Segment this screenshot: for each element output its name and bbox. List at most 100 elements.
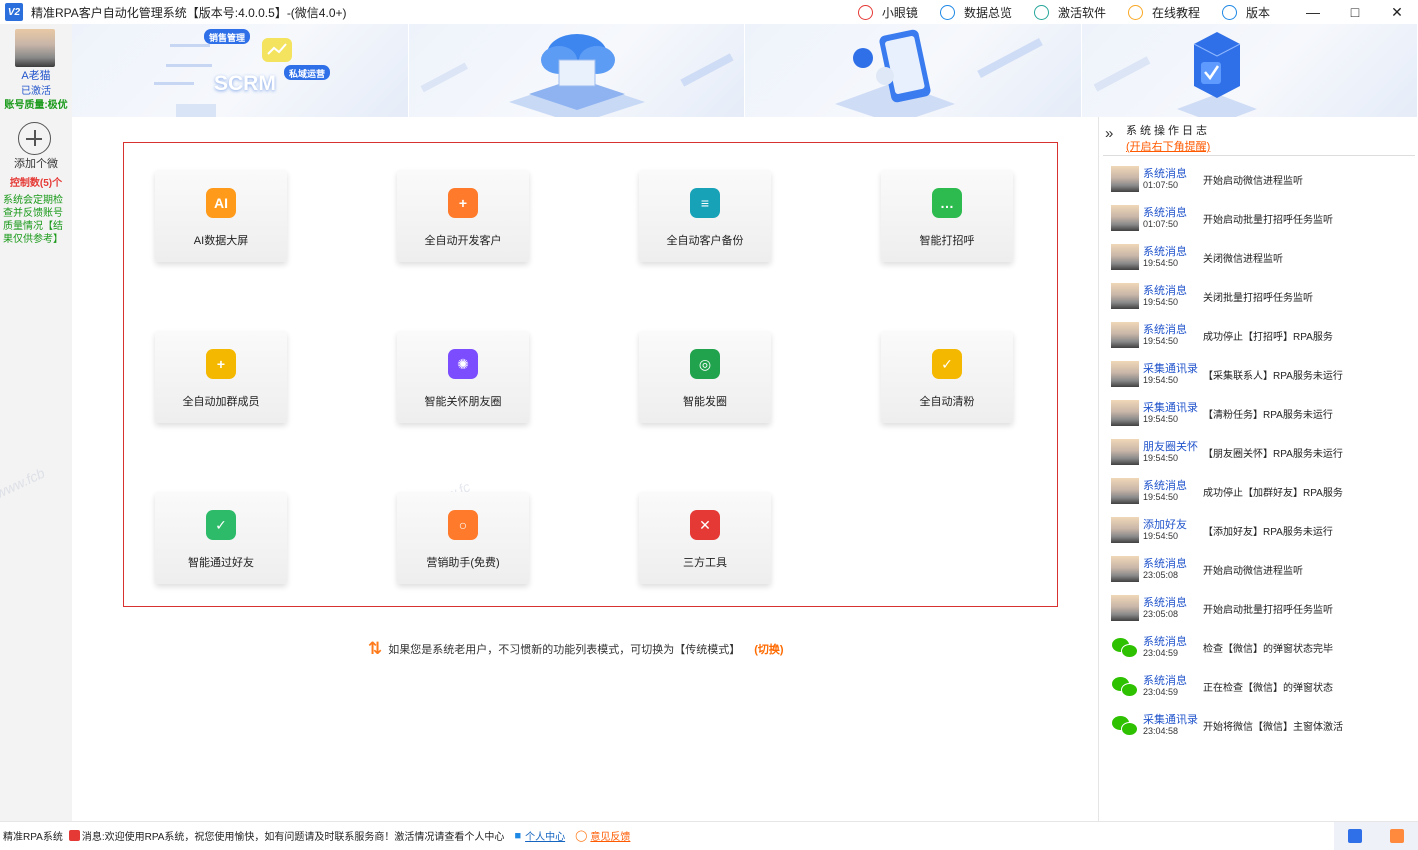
personal-center-link[interactable]: 个人中心 (525, 828, 565, 843)
function-smart-greeting[interactable]: …智能打招呼 (881, 170, 1013, 262)
group-add-icon: + (206, 349, 236, 379)
add-wechat-label[interactable]: 添加个微 (0, 155, 72, 171)
maximize-button[interactable]: □ (1334, 0, 1376, 24)
function-smart-moments-care[interactable]: ✺智能关怀朋友圈 (397, 331, 529, 423)
function-marketing-assistant[interactable]: ○ 营销助手(免费) (397, 492, 529, 584)
control-count: 控制数(5)个 (0, 174, 72, 189)
cloud-server-illustration-icon (409, 24, 745, 117)
banner-panel-mobile[interactable] (745, 24, 1082, 117)
log-source: 添加好友 (1143, 516, 1187, 532)
log-message: 检查【微信】的弹窗状态完毕 (1203, 640, 1333, 655)
minimize-button[interactable]: — (1292, 0, 1334, 24)
log-entry: 系统消息23:05:08开始启动批量打招呼任务监听 (1111, 590, 1411, 626)
log-source: 采集通讯录 (1143, 360, 1198, 376)
data-overview-button[interactable]: 数据总览 (940, 4, 1012, 21)
user-avatar[interactable] (15, 29, 55, 67)
message-icon (69, 830, 80, 841)
log-entry: 系统消息19:54:50成功停止【加群好友】RPA服务 (1111, 473, 1411, 509)
tray-app-icon[interactable] (1348, 829, 1362, 843)
switch-mode-link[interactable]: (切换) (754, 641, 783, 657)
function-smart-post-moments[interactable]: ◎智能发圈 (639, 331, 771, 423)
function-label: 三方工具 (639, 554, 771, 570)
status-message: 消息:欢迎使用RPA系统，祝您使用愉快，如有问题请及时联系服务商！激活情况请查看… (82, 828, 505, 843)
log-entry: 采集通讯录23:04:58开始将微信【微信】主窗体激活 (1111, 707, 1411, 743)
version-button[interactable]: 版本 (1222, 4, 1270, 21)
activate-software-button[interactable]: 激活软件 (1034, 4, 1106, 21)
log-time: 19:54:50 (1143, 336, 1178, 346)
log-source: 系统消息 (1143, 633, 1187, 649)
collapse-chevrons-icon[interactable]: » (1105, 125, 1113, 142)
function-ai-dashboard[interactable]: AIAI数据大屏 (155, 170, 287, 262)
banner-panel-cloud[interactable] (409, 24, 746, 117)
banner-tag-sales: 销售管理 (209, 31, 245, 44)
little-eye-label: 小眼镜 (882, 4, 918, 21)
banner-carousel: 销售管理 私域运营 SCRM (72, 24, 1418, 117)
data-overview-label: 数据总览 (964, 4, 1012, 21)
log-avatar (1111, 244, 1139, 270)
version-label: 版本 (1246, 4, 1270, 21)
tray-notification-icon[interactable] (1390, 829, 1404, 843)
log-avatar (1111, 166, 1139, 192)
title-bar: V2 精准RPA客户自动化管理系统【版本号:4.0.0.5】-(微信4.0+) … (0, 0, 1418, 24)
lifebuoy-icon: ○ (448, 510, 478, 540)
feedback-link[interactable]: 意见反馈 (590, 828, 630, 843)
log-message: 【清粉任务】RPA服务未运行 (1203, 406, 1333, 421)
switch-arrows-icon: ⇅ (368, 639, 382, 659)
log-entry: 系统消息23:05:08开始启动微信进程监听 (1111, 551, 1411, 587)
system-note: 系统会定期检查并反馈账号质量情况【结果仅供参考】 (3, 194, 71, 246)
function-auto-develop-customers[interactable]: +全自动开发客户 (397, 170, 529, 262)
friend-accept-icon: ✓ (206, 510, 236, 540)
function-auto-customer-backup[interactable]: ≡全自动客户备份 (639, 170, 771, 262)
log-entry: 系统消息19:54:50成功停止【打招呼】RPA服务 (1111, 317, 1411, 353)
log-avatar (1111, 478, 1139, 504)
feedback-icon: ◯ (575, 829, 587, 842)
log-time: 01:07:50 (1143, 219, 1178, 229)
app-title: 精准RPA客户自动化管理系统【版本号:4.0.0.5】-(微信4.0+) (31, 4, 347, 21)
banner-panel-security[interactable] (1082, 24, 1418, 117)
account-quality: 账号质量:极优 (0, 96, 72, 111)
online-tutorial-label: 在线教程 (1152, 4, 1200, 21)
log-avatar (1111, 322, 1139, 348)
wechat-icon (1111, 712, 1139, 738)
log-source: 采集通讯录 (1143, 711, 1198, 727)
online-tutorial-button[interactable]: 在线教程 (1128, 4, 1200, 21)
little-eye-button[interactable]: 小眼镜 (858, 4, 918, 21)
log-avatar (1111, 439, 1139, 465)
banner-panel-scrm[interactable]: 销售管理 私域运营 SCRM (72, 24, 409, 117)
close-button[interactable]: ✕ (1376, 0, 1418, 24)
enable-reminder-link[interactable]: (开启右下角提醒) (1126, 138, 1210, 154)
log-entry: 采集通讯录19:54:50【清粉任务】RPA服务未运行 (1111, 395, 1411, 431)
log-time: 19:54:50 (1143, 492, 1178, 502)
function-label: 全自动客户备份 (639, 232, 771, 248)
log-time: 23:04:59 (1143, 648, 1178, 658)
log-entry: 系统消息01:07:50开始启动批量打招呼任务监听 (1111, 200, 1411, 236)
log-entry: 系统消息19:54:50关闭微信进程监听 (1111, 239, 1411, 275)
function-label: 营销助手(免费) (397, 554, 529, 570)
banner-brand-scrm: SCRM (214, 72, 276, 96)
log-avatar (1111, 556, 1139, 582)
log-message: 【采集联系人】RPA服务未运行 (1203, 367, 1343, 382)
switch-mode-row: ⇅ 如果您是系统老用户，不习惯新的功能列表模式，可切换为【传统模式】 (切换) (368, 639, 784, 659)
function-smart-accept-friends[interactable]: ✓智能通过好友 (155, 492, 287, 584)
mobile-chat-illustration-icon (745, 24, 1081, 117)
document-icon (940, 5, 955, 20)
wechat-icon (1111, 673, 1139, 699)
log-entry: 添加好友19:54:50【添加好友】RPA服务未运行 (1111, 512, 1411, 548)
tools-icon: ✕ (690, 510, 720, 540)
log-time: 23:04:59 (1143, 687, 1178, 697)
log-message: 成功停止【打招呼】RPA服务 (1203, 328, 1333, 343)
function-label: 全自动清粉 (881, 393, 1013, 409)
function-label: 全自动加群成员 (155, 393, 287, 409)
log-avatar (1111, 400, 1139, 426)
function-grid: AIAI数据大屏 +全自动开发客户 ≡全自动客户备份 …智能打招呼 + 全自动加群成员 ✺智… (123, 142, 1058, 607)
function-auto-add-group-members[interactable]: + 全自动加群成员 (155, 331, 287, 423)
main-content: www.fcb www.fc AIAI数据大屏+全自动开发客户≡全自动客户备份…… (72, 117, 1098, 821)
log-time: 01:07:50 (1143, 180, 1178, 190)
log-message: 开始启动批量打招呼任务监听 (1203, 601, 1333, 616)
log-avatar (1111, 595, 1139, 621)
function-auto-clean-fans[interactable]: ✓全自动清粉 (881, 331, 1013, 423)
function-third-party-tools[interactable]: ✕ 三方工具 (639, 492, 771, 584)
add-wechat-plus-icon[interactable] (18, 122, 51, 155)
log-source: 系统消息 (1143, 282, 1187, 298)
log-entry: 系统消息23:04:59正在检查【微信】的弹窗状态 (1111, 668, 1411, 704)
